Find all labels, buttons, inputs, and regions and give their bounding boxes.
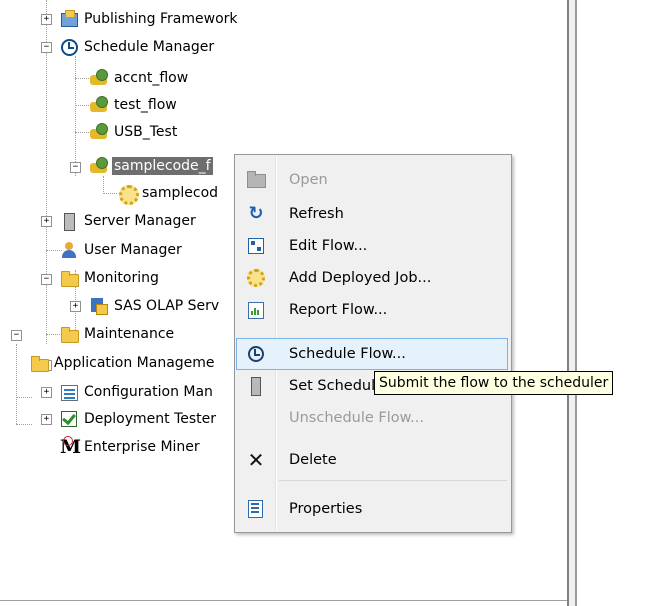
edit-flow-icon — [237, 235, 275, 257]
tree-node-label: Publishing Framework — [84, 11, 238, 27]
menu-item-label: Report Flow... — [289, 302, 388, 318]
menu-item-open[interactable]: Open — [237, 165, 507, 195]
folder-icon — [30, 354, 49, 372]
job-gear-icon — [118, 184, 139, 205]
delete-x-icon: ✕ — [247, 448, 265, 472]
tree-node-label: Configuration Man — [84, 384, 213, 400]
collapse-toggle-application-management[interactable]: − — [11, 330, 22, 341]
flow-icon — [90, 157, 108, 175]
tree-node-enterprise-miner[interactable]: M Enterprise Miner — [60, 436, 202, 458]
tree-node-deployment-tester[interactable]: Deployment Tester — [60, 408, 218, 430]
tree-node-label: Server Manager — [84, 213, 196, 229]
tree-node-label: samplecod — [142, 185, 219, 201]
empty-icon-slot — [237, 407, 275, 429]
menu-item-label: Open — [289, 172, 328, 188]
menu-item-label: Schedule Flow... — [289, 346, 406, 362]
collapse-toggle-samplecode[interactable]: − — [70, 162, 81, 173]
tree-node-label: Deployment Tester — [84, 411, 217, 427]
collapse-toggle-monitoring[interactable]: − — [41, 274, 52, 285]
tree-node-test-flow[interactable]: test_flow — [90, 94, 179, 116]
menu-item-properties[interactable]: Properties — [237, 494, 507, 524]
tree-node-label: Monitoring — [84, 270, 159, 286]
server-icon — [237, 375, 275, 397]
tree-node-sas-olap[interactable]: SAS OLAP Serv — [90, 295, 221, 317]
clock-icon — [60, 38, 78, 56]
collapse-toggle-schedule-manager[interactable]: − — [41, 42, 52, 53]
menu-item-refresh[interactable]: ↻ Refresh — [237, 199, 507, 229]
folder-icon — [60, 269, 79, 287]
config-icon — [60, 383, 78, 401]
check-icon — [60, 410, 78, 428]
olap-icon — [90, 297, 108, 315]
tree-node-label: test_flow — [114, 97, 177, 113]
menu-item-label: Add Deployed Job... — [289, 270, 432, 286]
publishing-icon — [60, 10, 78, 28]
tree-node-server-manager[interactable]: Server Manager — [60, 210, 198, 232]
tree-node-label: Enterprise Miner — [84, 439, 200, 455]
tree-node-application-management[interactable]: Application Manageme — [30, 352, 217, 374]
properties-icon — [237, 498, 275, 520]
tree-node-publishing-framework[interactable]: Publishing Framework — [60, 8, 240, 30]
tree-node-label: accnt_flow — [114, 70, 189, 86]
menu-separator — [279, 480, 507, 481]
tree-node-configuration-manager[interactable]: Configuration Man — [60, 381, 215, 403]
flow-icon — [90, 69, 108, 87]
flow-icon — [90, 96, 108, 114]
menu-item-label: Edit Flow... — [289, 238, 368, 254]
tooltip: Submit the flow to the scheduler — [374, 371, 614, 395]
tree-node-usb-test[interactable]: USB_Test — [90, 121, 179, 143]
flow-icon — [90, 123, 108, 141]
user-icon — [60, 241, 78, 259]
add-job-icon — [237, 267, 275, 289]
tree-node-samplecode-flow[interactable]: samplecode_f — [90, 155, 213, 177]
tree-node-label: Maintenance — [84, 326, 175, 342]
tree-node-maintenance[interactable]: Maintenance — [60, 323, 176, 345]
tree-node-label: User Manager — [84, 242, 182, 258]
report-icon — [237, 299, 275, 321]
schedule-clock-icon — [237, 343, 275, 365]
tree-node-monitoring[interactable]: Monitoring — [60, 267, 161, 289]
menu-item-add-deployed-job[interactable]: Add Deployed Job... — [237, 263, 507, 293]
tree-node-label: Schedule Manager — [84, 39, 215, 55]
tree-node-label: SAS OLAP Serv — [114, 298, 220, 314]
folder-icon — [60, 325, 79, 343]
panel-bottom-border — [0, 600, 567, 601]
menu-item-delete[interactable]: ✕ Delete — [237, 445, 507, 475]
menu-item-label: Properties — [289, 501, 363, 517]
expand-toggle-publishing[interactable]: + — [41, 14, 52, 25]
menu-item-unschedule-flow[interactable]: Unschedule Flow... — [237, 403, 507, 433]
menu-item-label: Refresh — [289, 206, 344, 222]
enterprise-miner-icon: M — [60, 436, 82, 458]
tree-node-label: USB_Test — [114, 124, 178, 140]
tree-node-user-manager[interactable]: User Manager — [60, 239, 184, 261]
tree-node-label: samplecode_f — [112, 157, 213, 175]
server-icon — [60, 212, 78, 231]
tree-node-schedule-manager[interactable]: Schedule Manager — [60, 36, 216, 58]
menu-item-edit-flow[interactable]: Edit Flow... — [237, 231, 507, 261]
menu-item-label: Unschedule Flow... — [289, 410, 424, 426]
menu-item-label: Delete — [289, 452, 337, 468]
tree-node-accnt-flow[interactable]: accnt_flow — [90, 67, 190, 89]
expand-toggle-olap[interactable]: + — [70, 301, 81, 312]
menu-item-report-flow[interactable]: Report Flow... — [237, 295, 507, 325]
refresh-icon: ↻ — [248, 203, 264, 224]
menu-item-schedule-flow[interactable]: Schedule Flow... — [236, 338, 508, 370]
expand-toggle-server-manager[interactable]: + — [41, 216, 52, 227]
expand-toggle-deployment[interactable]: + — [41, 387, 52, 398]
tree-node-label: Application Manageme — [54, 355, 215, 371]
open-folder-icon — [237, 169, 275, 191]
panel-divider-right — [575, 0, 577, 606]
expand-toggle-enterprise-miner[interactable]: + — [41, 414, 52, 425]
context-menu: Open ↻ Refresh Edit Flow... Add Deployed… — [234, 154, 512, 533]
tree-node-samplecode-job[interactable]: samplecod — [118, 182, 220, 205]
